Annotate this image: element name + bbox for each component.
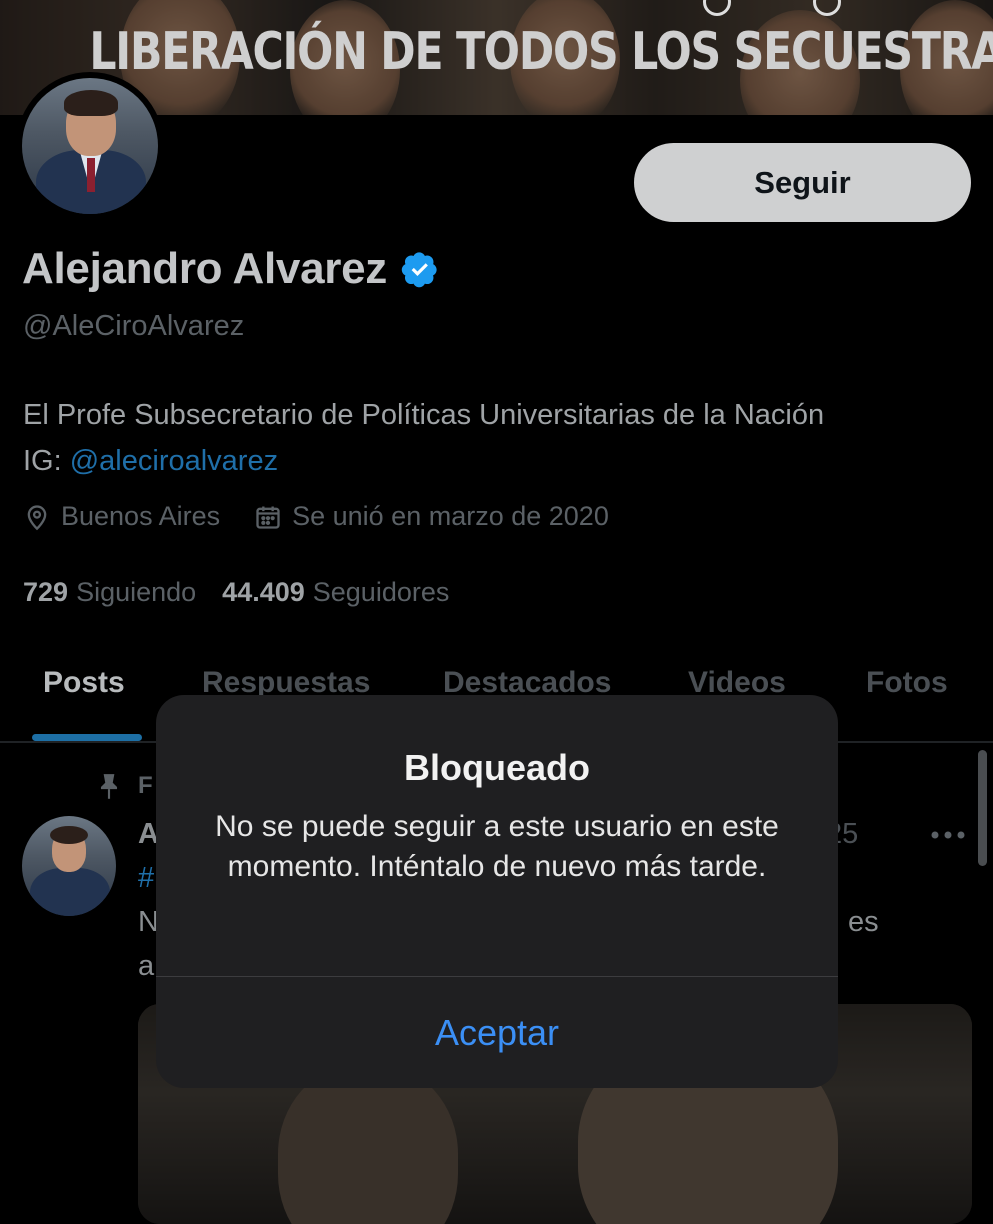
calendar-icon — [256, 506, 280, 529]
follow-button[interactable]: Seguir — [634, 143, 971, 222]
bio-instagram-link[interactable]: @aleciroalvarez — [70, 445, 278, 477]
verified-badge-icon — [401, 252, 437, 288]
post-avatar[interactable] — [22, 816, 116, 916]
post-hashtag[interactable]: # — [138, 862, 154, 895]
banner-text: LIBERACIÓN DE TODOS LOS SECUESTRADOS — [89, 22, 993, 82]
scrollbar[interactable] — [978, 750, 987, 866]
active-tab-indicator — [32, 734, 142, 741]
post-text-right: es — [848, 906, 879, 938]
pin-icon — [100, 774, 118, 799]
bio-line: El Profe Subsecretario de Políticas Univ… — [23, 399, 825, 431]
more-options-icon[interactable] — [930, 830, 966, 840]
location-text: Buenos Aires — [61, 501, 221, 531]
accept-button[interactable]: Aceptar — [156, 977, 838, 1088]
joined-date: Se unió en marzo de 2020 — [292, 501, 609, 531]
location-pin-icon — [27, 504, 47, 530]
profile-bio: El Profe Subsecretario de Políticas Univ… — [23, 392, 983, 484]
profile-avatar[interactable] — [16, 72, 164, 220]
pinned-label: F — [138, 772, 153, 799]
profile-name: Alejandro Alvarez — [22, 244, 387, 293]
tab-posts[interactable]: Posts — [43, 666, 125, 700]
blocked-alert-dialog: Bloqueado No se puede seguir a este usua… — [156, 695, 838, 1088]
profile-banner[interactable]: LIBERACIÓN DE TODOS LOS SECUESTRADOS — [0, 0, 993, 115]
alert-title: Bloqueado — [404, 747, 590, 788]
tab-photos[interactable]: Fotos — [866, 666, 948, 700]
following-link[interactable]: 729 Siguiendo — [23, 577, 196, 608]
profile-handle: @AleCiroAlvarez — [23, 310, 245, 342]
followers-label: Seguidores — [312, 577, 450, 607]
following-count: 729 — [23, 577, 69, 607]
followers-link[interactable]: 44.409 Seguidores — [222, 577, 449, 608]
following-label: Siguiendo — [76, 577, 197, 607]
alert-message: No se puede seguir a este usuario en est… — [215, 810, 779, 883]
followers-count: 44.409 — [222, 577, 305, 607]
post-text-line: a — [138, 950, 155, 982]
bio-prefix: IG: — [23, 445, 70, 477]
